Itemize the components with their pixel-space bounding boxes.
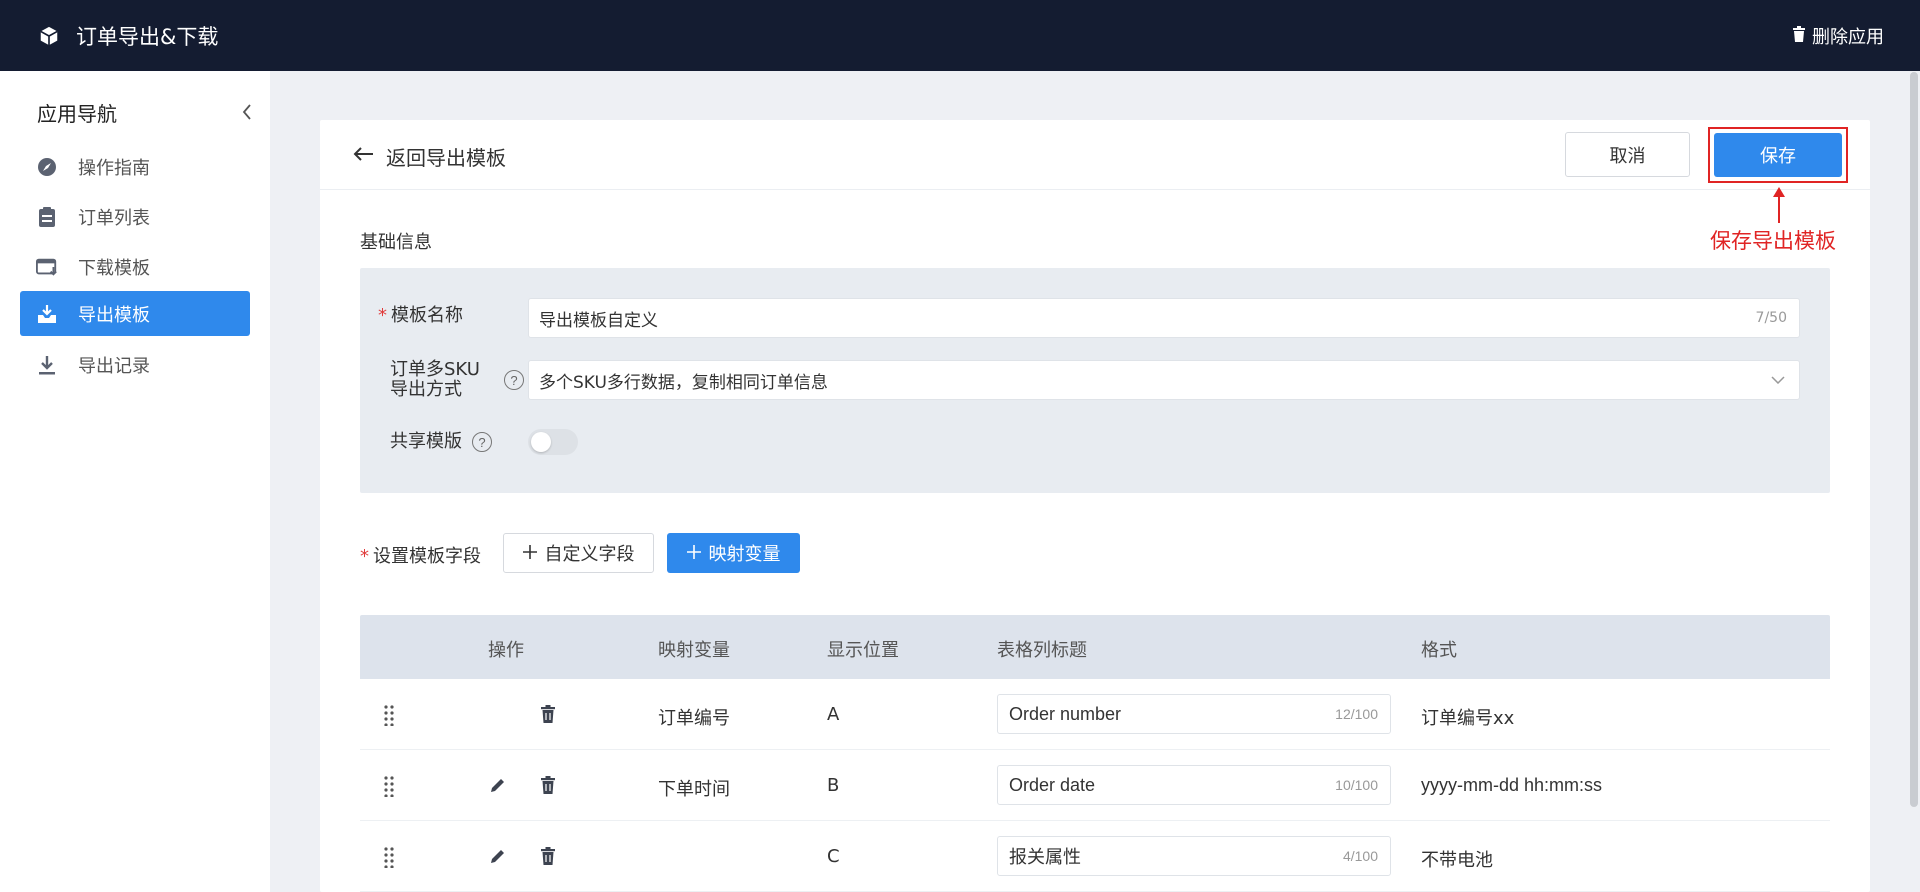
trash-icon[interactable] xyxy=(538,846,558,866)
chevron-left-icon[interactable] xyxy=(237,102,257,122)
sku-export-select[interactable]: 多个SKU多行数据，复制相同订单信息 xyxy=(528,360,1800,400)
arrow-left-icon xyxy=(352,146,374,167)
char-counter: 7/50 xyxy=(1755,310,1787,326)
table-header: 操作 映射变量 显示位置 表格列标题 格式 xyxy=(360,615,1830,679)
share-template-label: 共享模版 xyxy=(390,431,462,452)
toggle-knob xyxy=(531,432,551,452)
template-name-value: 导出模板自定义 xyxy=(539,310,658,331)
required-mark: * xyxy=(360,546,369,567)
help-icon[interactable]: ? xyxy=(504,370,524,390)
app-title: 订单导出&下载 xyxy=(76,24,219,49)
plus-icon xyxy=(686,543,701,564)
tray-download-icon xyxy=(36,303,58,325)
variable-cell: 下单时间 xyxy=(658,779,730,800)
header-variable: 映射变量 xyxy=(658,640,730,661)
table-row: C 报关属性 4/100 不带电池 xyxy=(360,821,1830,892)
template-name-input[interactable]: 导出模板自定义 7/50 xyxy=(528,298,1800,338)
card-header: 返回导出模板 取消 保存 xyxy=(320,120,1870,190)
position-cell: A xyxy=(827,704,840,725)
char-counter: 10/100 xyxy=(1335,777,1378,793)
sidebar-item-orders[interactable]: 订单列表 xyxy=(20,194,250,239)
drag-handle-icon[interactable] xyxy=(382,775,396,797)
column-title-value: Order number xyxy=(1009,703,1122,724)
sku-export-label: 订单多SKU 导出方式 xyxy=(390,359,480,400)
drag-handle-icon[interactable] xyxy=(382,704,396,726)
column-title-value: 报关属性 xyxy=(1009,847,1081,867)
trash-icon[interactable] xyxy=(538,775,558,795)
column-title-value: Order date xyxy=(1009,774,1096,795)
position-cell: C xyxy=(827,846,840,867)
browser-download-icon xyxy=(36,256,58,278)
top-bar: 订单导出&下载 删除应用 xyxy=(0,0,1920,71)
column-title-input[interactable]: Order date 10/100 xyxy=(997,765,1391,805)
header-format: 格式 xyxy=(1421,640,1457,661)
annotation-arrow-icon xyxy=(1773,187,1785,223)
template-name-label: * 模板名称 xyxy=(378,305,463,326)
sidebar-item-guide[interactable]: 操作指南 xyxy=(20,144,250,189)
delete-app-label: 删除应用 xyxy=(1812,27,1884,48)
save-button[interactable]: 保存 xyxy=(1714,133,1842,177)
sidebar-item-label: 订单列表 xyxy=(78,207,150,229)
sidebar-item-label: 操作指南 xyxy=(78,157,150,179)
column-title-input[interactable]: 报关属性 4/100 xyxy=(997,836,1391,876)
position-cell: B xyxy=(827,775,840,796)
sku-export-value: 多个SKU多行数据，复制相同订单信息 xyxy=(539,372,828,393)
plus-icon xyxy=(522,543,537,564)
drag-handle-icon[interactable] xyxy=(382,846,396,868)
format-cell: 不带电池 xyxy=(1421,850,1493,871)
sidebar: 应用导航 操作指南 订单列表 下载模板 导出模板 导出记录 xyxy=(0,71,270,892)
sidebar-item-label: 导出记录 xyxy=(78,355,150,377)
page-scrollbar[interactable] xyxy=(1910,72,1918,807)
format-cell: 订单编号xx xyxy=(1421,708,1515,729)
add-custom-field-button[interactable]: 自定义字段 xyxy=(503,533,654,573)
clipboard-icon xyxy=(36,206,58,228)
pencil-icon[interactable] xyxy=(488,846,508,866)
sidebar-item-export-template[interactable]: 导出模板 xyxy=(20,291,250,336)
column-title-input[interactable]: Order number 12/100 xyxy=(997,694,1391,734)
sidebar-item-label: 下载模板 xyxy=(78,257,150,279)
trash-icon xyxy=(1792,25,1806,47)
section-title: 基础信息 xyxy=(360,232,432,253)
header-actions: 操作 xyxy=(488,640,524,661)
required-mark: * xyxy=(378,305,387,326)
back-link[interactable]: 返回导出模板 xyxy=(352,142,506,171)
template-fields-label: * 设置模板字段 xyxy=(360,546,481,567)
cancel-button[interactable]: 取消 xyxy=(1565,132,1690,177)
share-template-toggle[interactable] xyxy=(528,429,578,455)
nav-title: 应用导航 xyxy=(37,101,117,126)
cube-logo-icon xyxy=(36,23,62,49)
sidebar-item-label: 导出模板 xyxy=(78,304,150,326)
char-counter: 4/100 xyxy=(1342,848,1378,864)
header-position: 显示位置 xyxy=(827,640,899,661)
annotation-text: 保存导出模板 xyxy=(1710,229,1836,253)
char-counter: 12/100 xyxy=(1335,706,1378,722)
trash-icon[interactable] xyxy=(538,704,558,724)
format-cell: yyyy-mm-dd hh:mm:ss xyxy=(1421,775,1603,795)
sidebar-item-export-records[interactable]: 导出记录 xyxy=(20,342,250,387)
help-icon[interactable]: ? xyxy=(472,432,492,452)
sidebar-item-download-template[interactable]: 下载模板 xyxy=(20,244,250,289)
download-icon xyxy=(36,354,58,376)
chevron-down-icon xyxy=(1771,373,1785,387)
table-row: 订单编号 A Order number 12/100 订单编号xx xyxy=(360,679,1830,750)
table-row: 下单时间 B Order date 10/100 yyyy-mm-dd hh:m… xyxy=(360,750,1830,821)
compass-icon xyxy=(36,156,58,178)
variable-cell: 订单编号 xyxy=(658,708,730,729)
basic-info-form: * 模板名称 导出模板自定义 7/50 订单多SKU 导出方式 ? 多个SKU多行… xyxy=(360,268,1830,493)
delete-app-button[interactable]: 删除应用 xyxy=(1792,23,1884,49)
pencil-icon[interactable] xyxy=(488,775,508,795)
header-column-title: 表格列标题 xyxy=(997,640,1087,661)
map-variable-button[interactable]: 映射变量 xyxy=(667,533,800,573)
nav-header: 应用导航 xyxy=(37,97,257,127)
template-editor-card: 返回导出模板 取消 保存 保存导出模板 基础信息 * 模板名称 导出模板自定义 7… xyxy=(320,120,1870,892)
back-label: 返回导出模板 xyxy=(386,146,506,170)
